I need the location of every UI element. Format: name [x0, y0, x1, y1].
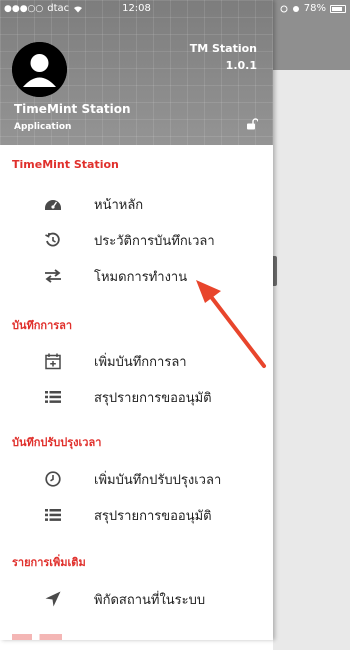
clock: 12:08	[122, 3, 151, 14]
navigation-drawer: TM Station 1.0.1 TimeMint Station Applic…	[0, 0, 273, 640]
menu-label-location: พิกัดสถานที่ในระบบ	[94, 592, 206, 608]
section-header-timemint: TimeMint Station	[12, 158, 119, 171]
menu-item-location[interactable]: พิกัดสถานที่ในระบบ	[0, 581, 273, 617]
battery-icon	[330, 4, 346, 13]
swap-arrows-icon	[44, 267, 62, 285]
menu-label-history: ประวัติการบันทึกเวลา	[94, 233, 215, 249]
menu-label-adjust-summary: สรุปรายการขออนุมัติ	[94, 508, 212, 524]
menu-label-add-adjust: เพิ่มบันทึกปรับปรุงเวลา	[94, 472, 222, 488]
menu-label-leave-summary: สรุปรายการขออนุมัติ	[94, 390, 212, 406]
section-header-time-adjust: บันทึกปรับปรุงเวลา	[12, 436, 102, 449]
list-icon	[44, 506, 62, 524]
unlock-icon[interactable]	[246, 118, 258, 130]
menu-item-add-leave[interactable]: เพิ่มบันทึกการลา	[0, 343, 273, 379]
section-header-more: รายการเพิ่มเติม	[12, 556, 86, 569]
list-icon	[44, 388, 62, 406]
drawer-subtitle: Application	[14, 122, 72, 132]
drawer-title: TimeMint Station	[14, 102, 131, 116]
drawer-backdrop[interactable]	[273, 0, 350, 650]
avatar-icon[interactable]	[12, 42, 67, 97]
app-version: 1.0.1	[225, 59, 257, 72]
dashboard-icon	[44, 195, 62, 213]
section-header-leave: บันทึกการลา	[12, 319, 73, 332]
menu-item-home[interactable]: หน้าหลัก	[0, 186, 273, 222]
section-header-partial	[12, 634, 62, 640]
calendar-plus-icon	[44, 352, 62, 370]
history-icon	[44, 231, 62, 249]
menu-item-history[interactable]: ประวัติการบันทึกเวลา	[0, 222, 273, 258]
menu-item-adjust-summary[interactable]: สรุปรายการขออนุมัติ	[0, 497, 273, 533]
navigation-arrow-icon	[44, 590, 62, 608]
alarm-icon	[292, 5, 299, 12]
menu-item-mode[interactable]: โหมดการทำงาน	[0, 258, 273, 294]
menu-label-home: หน้าหลัก	[94, 197, 144, 213]
status-bar: ●●●○○ dtac 12:08 78%	[0, 0, 350, 18]
clock-icon	[44, 470, 62, 488]
menu-item-leave-summary[interactable]: สรุปรายการขออนุมัติ	[0, 379, 273, 415]
drawer-header: TM Station 1.0.1 TimeMint Station Applic…	[0, 0, 273, 145]
battery-percent: 78%	[303, 3, 326, 14]
menu-label-add-leave: เพิ่มบันทึกการลา	[94, 354, 187, 370]
location-services-icon	[280, 5, 288, 12]
app-name: TM Station	[189, 42, 257, 55]
menu-label-mode: โหมดการทำงาน	[94, 269, 188, 285]
menu-item-add-adjust[interactable]: เพิ่มบันทึกปรับปรุงเวลา	[0, 461, 273, 497]
